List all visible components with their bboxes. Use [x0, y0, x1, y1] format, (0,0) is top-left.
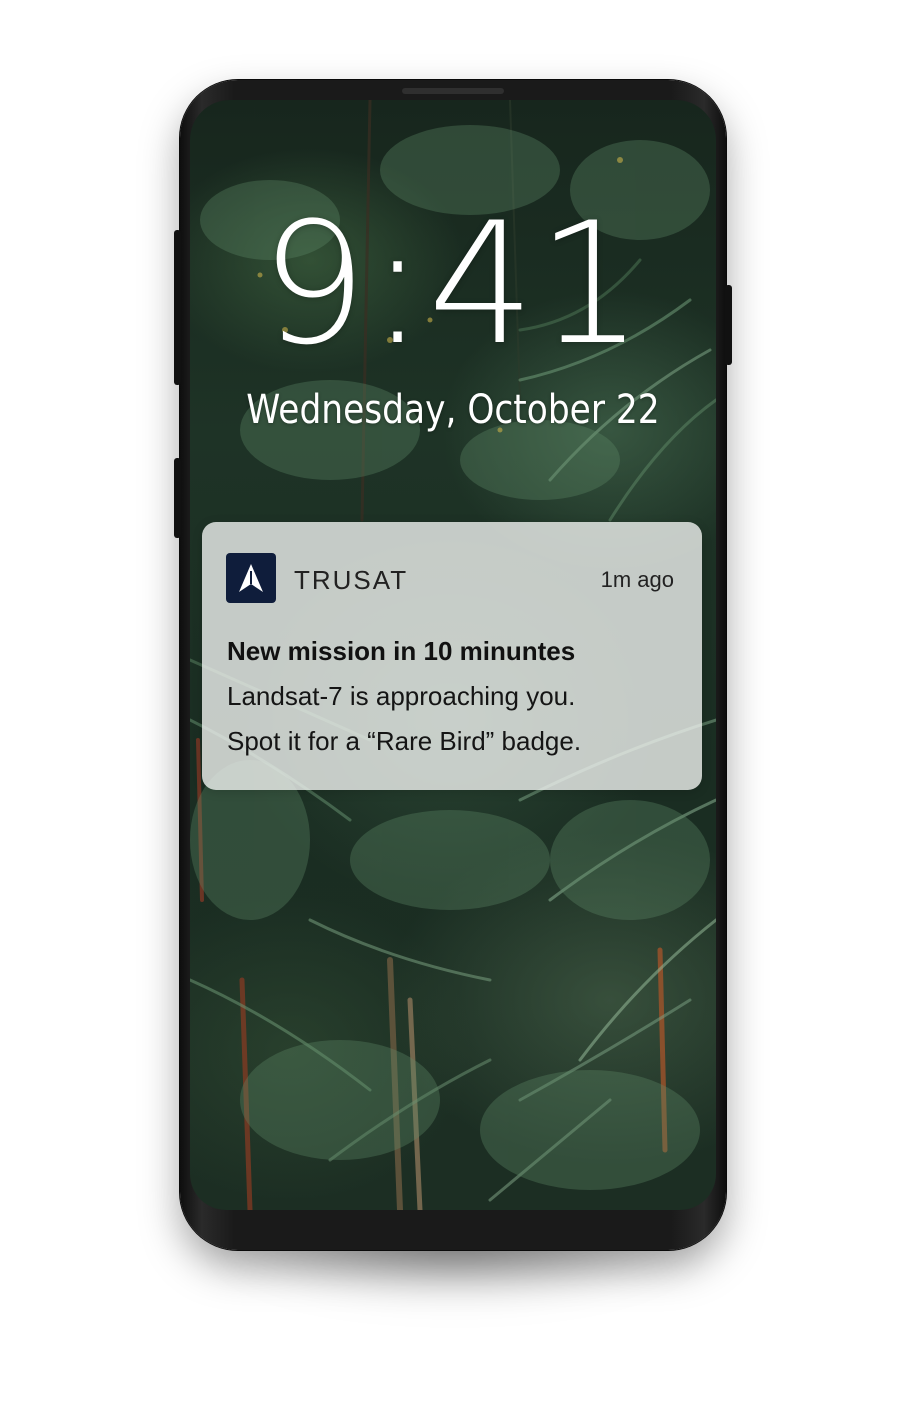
notification-body-line: Spot it for a “Rare Bird” badge.	[227, 726, 582, 756]
notification-app-name: TRUSAT	[294, 565, 409, 595]
earpiece-speaker	[402, 88, 504, 94]
notification-body-line: Landsat-7 is approaching you.	[227, 681, 576, 711]
power-button	[725, 285, 732, 365]
trusat-logo-icon	[226, 553, 276, 603]
lock-screen[interactable]: 9:41 Wednesday, October 22 TRUSAT 1m ago…	[190, 100, 716, 1210]
phone-frame: 9:41 Wednesday, October 22 TRUSAT 1m ago…	[174, 80, 732, 1250]
notification-timestamp: 1m ago	[600, 567, 674, 592]
volume-button	[174, 230, 181, 385]
lockscreen-clock: 9:41	[260, 186, 646, 382]
notification-title: New mission in 10 minuntes	[227, 636, 576, 666]
notification-card[interactable]: TRUSAT 1m ago New mission in 10 minuntes…	[202, 522, 702, 790]
bixby-button	[174, 458, 181, 538]
lockscreen-date: Wednesday, October 22	[246, 387, 660, 433]
